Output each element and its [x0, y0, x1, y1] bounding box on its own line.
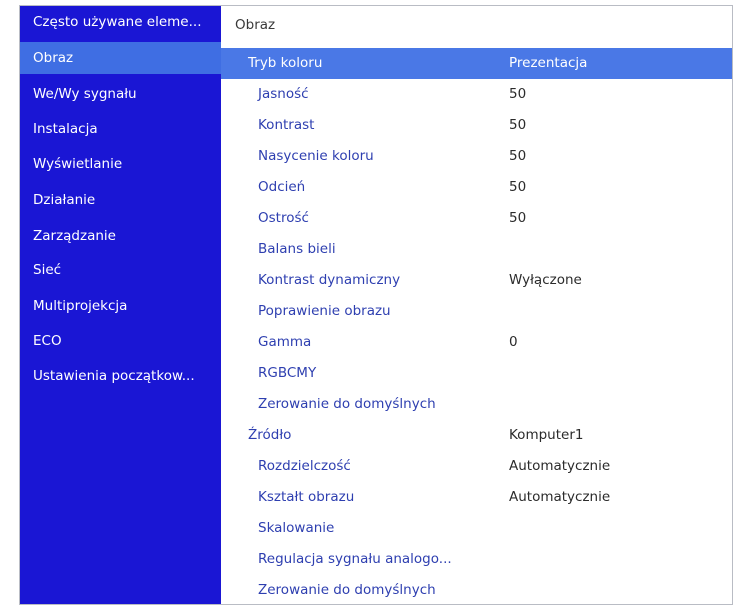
- setting-label: Gamma: [258, 334, 312, 350]
- setting-value: 50: [509, 210, 527, 226]
- sidebar-item-frequent[interactable]: Często używane eleme...: [20, 6, 221, 38]
- setting-value: Automatycznie: [509, 489, 611, 505]
- setting-label: RGBCMY: [258, 365, 317, 381]
- setting-row-aspect[interactable]: Kształt obrazu Automatycznie: [221, 482, 732, 513]
- sidebar-item-initial-settings[interactable]: Ustawienia początkow...: [20, 360, 221, 392]
- sidebar: Często używane eleme... Obraz We/Wy sygn…: [20, 6, 221, 604]
- sidebar-item-management[interactable]: Zarządzanie: [20, 220, 221, 252]
- setting-row-analog-signal-adjustment[interactable]: Regulacja sygnału analogo...: [221, 544, 732, 575]
- setting-label: Kontrast dynamiczny: [258, 272, 401, 288]
- setting-row-reset-to-defaults[interactable]: Zerowanie do domyślnych: [221, 389, 732, 420]
- setting-label: Odcień: [258, 179, 306, 195]
- setting-row-rgbcmy[interactable]: RGBCMY: [221, 358, 732, 389]
- setting-value: 50: [509, 117, 527, 133]
- setting-label: Jasność: [258, 86, 309, 102]
- setting-value: Komputer1: [509, 427, 584, 443]
- projector-settings-menu: Często używane eleme... Obraz We/Wy sygn…: [19, 5, 733, 605]
- setting-label: Balans bieli: [258, 241, 336, 257]
- setting-label: Skalowanie: [258, 520, 335, 536]
- setting-label: Zerowanie do domyślnych: [258, 582, 436, 598]
- setting-label: Nasycenie koloru: [258, 148, 374, 164]
- sidebar-item-eco[interactable]: ECO: [20, 325, 221, 357]
- setting-row-tint[interactable]: Odcień 50: [221, 172, 732, 203]
- setting-label: Kontrast: [258, 117, 315, 133]
- setting-row-white-balance[interactable]: Balans bieli: [221, 234, 732, 265]
- setting-label: Rozdzielczość: [258, 458, 351, 474]
- setting-row-image-enhancement[interactable]: Poprawienie obrazu: [221, 296, 732, 327]
- sidebar-item-multi-projection[interactable]: Multiprojekcja: [20, 290, 221, 322]
- setting-label: Poprawienie obrazu: [258, 303, 391, 319]
- setting-value: Automatycznie: [509, 458, 611, 474]
- setting-row-color-mode[interactable]: Tryb koloru Prezentacja: [221, 48, 732, 79]
- setting-label: Regulacja sygnału analogo...: [258, 551, 452, 567]
- setting-value: 50: [509, 179, 527, 195]
- sidebar-item-operation[interactable]: Działanie: [20, 184, 221, 216]
- sidebar-item-image[interactable]: Obraz: [20, 42, 221, 74]
- setting-label: Źródło: [248, 427, 292, 443]
- setting-label: Zerowanie do domyślnych: [258, 396, 436, 412]
- setting-label: Kształt obrazu: [258, 489, 355, 505]
- setting-row-source[interactable]: Źródło Komputer1: [221, 420, 732, 451]
- setting-row-resolution[interactable]: Rozdzielczość Automatycznie: [221, 451, 732, 482]
- setting-label: Ostrość: [258, 210, 309, 226]
- setting-row-gamma[interactable]: Gamma 0: [221, 327, 732, 358]
- sidebar-item-display[interactable]: Wyświetlanie: [20, 148, 221, 180]
- content-header: Obraz: [221, 6, 732, 44]
- content-panel: Obraz Tryb koloru Prezentacja Jasność 50…: [221, 6, 732, 604]
- setting-label: Tryb koloru: [248, 55, 323, 71]
- setting-row-sharpness[interactable]: Ostrość 50: [221, 203, 732, 234]
- setting-row-brightness[interactable]: Jasność 50: [221, 79, 732, 110]
- sidebar-item-signal-io[interactable]: We/Wy sygnału: [20, 78, 221, 110]
- setting-value: 50: [509, 86, 527, 102]
- sidebar-item-network[interactable]: Sieć: [20, 254, 221, 286]
- setting-row-scale[interactable]: Skalowanie: [221, 513, 732, 544]
- setting-row-color-saturation[interactable]: Nasycenie koloru 50: [221, 141, 732, 172]
- sidebar-item-installation[interactable]: Instalacja: [20, 113, 221, 145]
- setting-value: 0: [509, 334, 518, 350]
- setting-row-reset-to-defaults-2[interactable]: Zerowanie do domyślnych: [221, 575, 732, 604]
- setting-value: Wyłączone: [509, 272, 582, 288]
- setting-row-contrast[interactable]: Kontrast 50: [221, 110, 732, 141]
- setting-value: Prezentacja: [509, 55, 588, 71]
- setting-value: 50: [509, 148, 527, 164]
- setting-row-dynamic-contrast[interactable]: Kontrast dynamiczny Wyłączone: [221, 265, 732, 296]
